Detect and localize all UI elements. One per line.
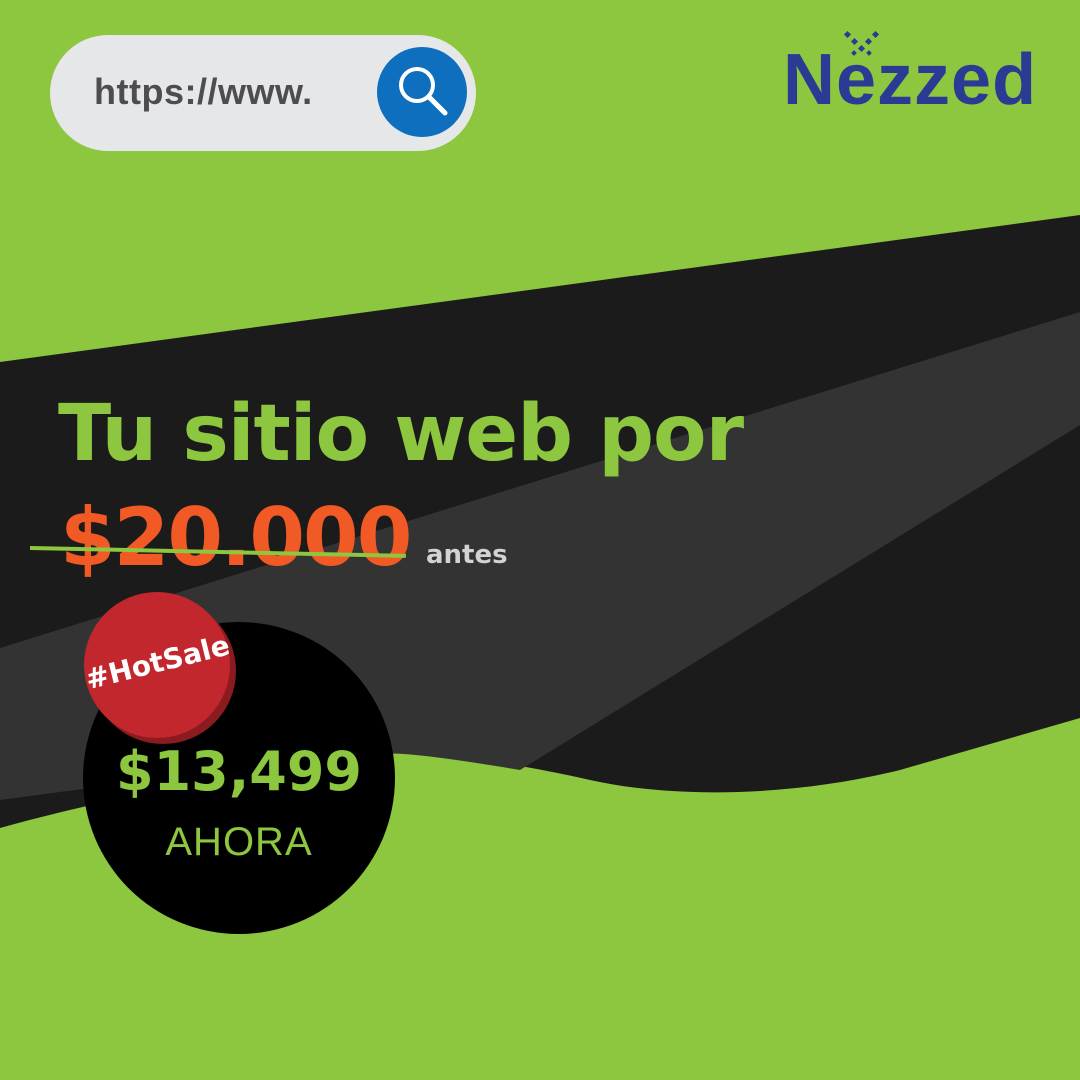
- url-text: https://www.: [94, 71, 313, 112]
- old-price: $20.000: [60, 491, 412, 584]
- url-search-bar[interactable]: https://www.: [50, 35, 476, 151]
- headline: Tu sitio web por: [58, 389, 744, 479]
- hotsale-badge-text: #HotSale: [82, 628, 233, 697]
- brand-name: Nezzed: [783, 40, 1038, 120]
- search-button[interactable]: [377, 47, 467, 137]
- new-price-label: AHORA: [165, 820, 313, 864]
- search-icon: [399, 67, 448, 116]
- promo-banner: https://www. Nezzed Tu sitio web por $20…: [0, 0, 1080, 1080]
- nezzed-logo: Nezzed: [783, 30, 1063, 130]
- new-price: $13,499: [116, 740, 362, 803]
- old-price-label: antes: [426, 540, 508, 570]
- hotsale-badge: #HotSale: [82, 592, 233, 738]
